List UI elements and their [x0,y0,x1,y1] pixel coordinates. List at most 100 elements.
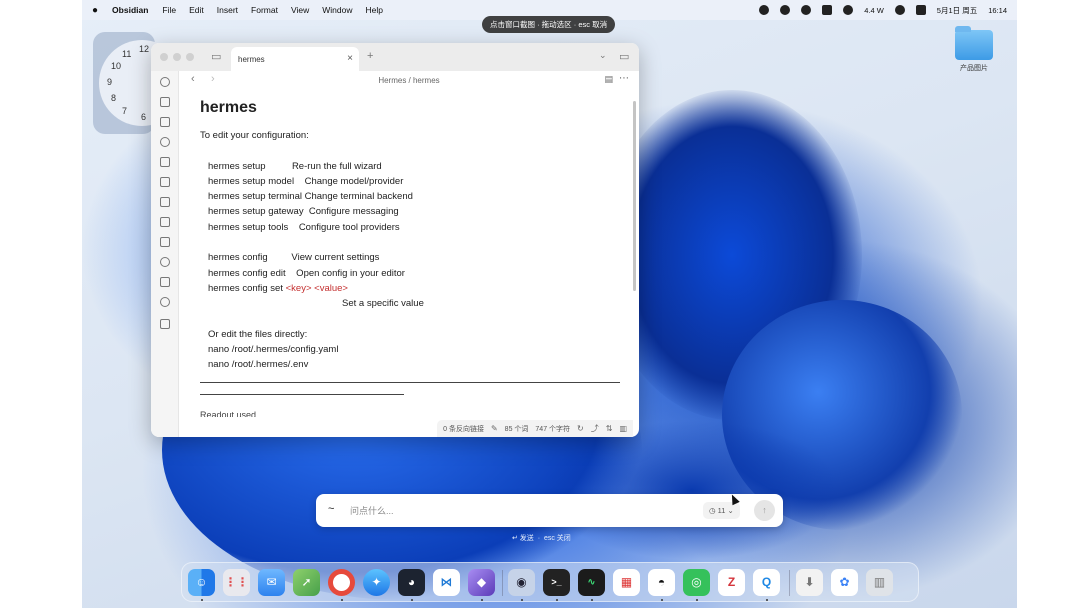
clock-number: 9 [107,77,113,87]
ai-icon[interactable] [160,77,170,87]
trash-icon[interactable]: ▥ [866,569,893,596]
graph-icon[interactable] [160,137,170,147]
running-indicator [481,599,483,601]
code-line: nano /root/.hermes/config.yaml [208,344,339,356]
code-line: hermes setup model Change model/provider [208,175,404,187]
sidebar-toggle-icon[interactable]: ▭ [211,50,221,63]
menu-help[interactable]: Help [365,5,382,15]
tab-hermes[interactable]: hermes × [231,47,359,71]
menu-view[interactable]: View [291,5,309,15]
note-document[interactable]: hermes To edit your configuration: herme… [200,99,620,417]
menu-date[interactable]: 5月1日 周五 [937,5,977,16]
clock-number: 11 [122,49,132,59]
config-set-prefix: hermes config set [208,282,286,294]
apple-icon[interactable]: ● [92,5,98,16]
new-tab-icon[interactable]: + [367,50,373,62]
backlinks-count[interactable]: 0 条反向链接 [443,424,484,434]
clock-number: 6 [141,112,147,122]
qq-icon[interactable]: ◓ [648,569,675,596]
status-power[interactable]: 4.4 W [864,6,884,15]
sync-icon[interactable]: ↻ [577,424,584,433]
running-indicator [661,599,663,601]
status-app-icon[interactable] [759,5,770,15]
breadcrumb[interactable]: Hermes / hermes [179,76,639,85]
wifi-icon[interactable] [894,5,905,15]
list-icon[interactable] [160,237,170,247]
app-icon[interactable]: ◕ [398,569,425,596]
close-window-button[interactable] [160,53,168,61]
chevron-down-icon: ⌄ [725,506,734,515]
status-sync-icon[interactable] [780,5,791,15]
app2-icon[interactable]: ◉ [508,569,535,596]
history-counter[interactable]: ◷ 11 ⌄ [703,502,740,519]
code-line: hermes setup gateway Configure messaging [208,206,399,218]
menu-app-name[interactable]: Obsidian [112,5,148,15]
archive-icon[interactable]: ▥ [619,424,627,433]
config-set-key: <key> [285,282,312,294]
status-cat-icon[interactable] [822,5,833,15]
assistant-logo-icon: ~ [328,503,335,515]
menu-edit[interactable]: Edit [189,5,204,15]
wifi-plugin-icon[interactable] [160,297,170,307]
maps-icon[interactable]: ➚ [293,569,320,596]
minimize-window-button[interactable] [173,53,181,61]
code-line: Set a specific value [200,296,620,311]
wechat-icon[interactable]: ◎ [683,569,710,596]
code-line: hermes config edit Open config in your e… [208,267,405,279]
status-cloud-icon[interactable] [801,5,812,15]
finder-icon[interactable]: ☺ [188,569,215,596]
zoom-window-button[interactable] [186,53,194,61]
assistant-input[interactable] [350,502,650,519]
files-intro: Or edit the files directly: [208,328,308,340]
tab-list-chevron-icon[interactable]: ⌄ [599,50,607,61]
safari-icon[interactable]: ✦ [363,569,390,596]
file-icon[interactable] [160,117,170,127]
menu-time[interactable]: 16:14 [988,6,1007,15]
desktop: ● Obsidian File Edit Insert Format View … [82,0,1017,608]
tools-icon[interactable] [160,257,170,267]
control-center-icon[interactable] [915,5,926,15]
title-bar: ▭ hermes × + ⌄ ▭ [151,43,639,71]
downloads-icon[interactable]: ⬇ [796,569,823,596]
right-sidebar-toggle-icon[interactable]: ▭ [619,50,629,63]
canvas-icon[interactable] [160,157,170,167]
edit-icon[interactable]: ✎ [491,424,498,433]
activity-monitor-icon[interactable]: ∿ [578,569,605,596]
running-indicator [696,599,698,601]
status-chat-icon[interactable] [843,5,854,15]
reading-view-icon[interactable]: ▤ [604,74,613,85]
mail-icon[interactable]: ✉ [258,569,285,596]
zotero-icon[interactable]: Z [718,569,745,596]
launchpad-icon[interactable]: ⋮⋮ [223,569,250,596]
assistant-input-bar: ~ ◷ 11 ⌄ ↑ [316,494,783,527]
scrollbar[interactable] [633,101,636,291]
menu-window[interactable]: Window [322,5,352,15]
send-button[interactable]: ↑ [754,500,775,521]
note-title: hermes [200,99,257,116]
inbox-icon[interactable] [160,319,170,329]
editor-pane: ‹ › Hermes / hermes ▤ ⋯ hermes To edit y… [179,71,639,437]
menu-insert[interactable]: Insert [217,5,238,15]
obsidian-icon[interactable]: ◆ [468,569,495,596]
vscode-icon[interactable]: ⋈ [433,569,460,596]
chrome-icon[interactable] [328,569,355,596]
calendar-icon[interactable] [160,177,170,187]
menu-format[interactable]: Format [251,5,278,15]
running-indicator [341,599,343,601]
folder-icon[interactable]: ✿ [831,569,858,596]
more-options-icon[interactable]: ⋯ [619,73,629,84]
desktop-folder[interactable]: 产品图片 [952,26,996,73]
robot-icon[interactable] [160,277,170,287]
layout-icon[interactable] [160,97,170,107]
menu-file[interactable]: File [162,5,176,15]
terminal-icon[interactable]: >_ [543,569,570,596]
quick-icon[interactable]: Q [753,569,780,596]
share-icon[interactable]: ⤴ [591,423,599,434]
numbers-icon[interactable]: ▦ [613,569,640,596]
sort-icon[interactable]: ⇅ [606,424,613,433]
close-tab-icon[interactable]: × [347,53,353,64]
terminal-icon[interactable] [160,217,170,227]
copy-icon[interactable] [160,197,170,207]
obsidian-window: ▭ hermes × + ⌄ ▭ ‹ › Hermes / hermes ▤ ⋯… [151,43,639,437]
